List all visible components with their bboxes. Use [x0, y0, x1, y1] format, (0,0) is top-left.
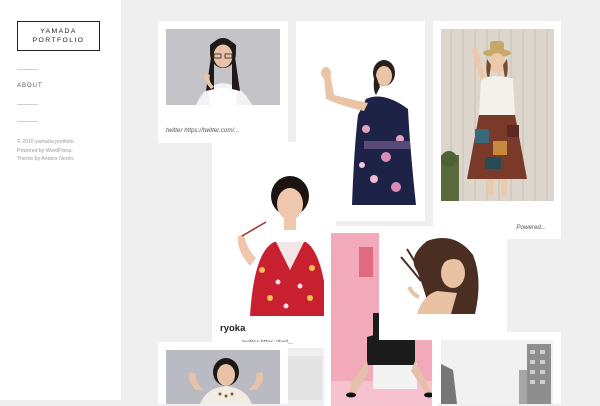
- post-card[interactable]: twitter https://twitter.com/...: [158, 21, 288, 143]
- post-image: [387, 235, 499, 314]
- site-logo-link[interactable]: YAMADA PORTFOLIO: [17, 21, 100, 51]
- post-image: [441, 29, 554, 201]
- post-thumbnail[interactable]: [441, 29, 554, 201]
- theme-credit-link[interactable]: Theme by Anders Norén.: [17, 155, 75, 164]
- post-card[interactable]: [158, 342, 288, 404]
- post-title[interactable]: ryoka: [220, 323, 245, 334]
- post-thumbnail[interactable]: [166, 350, 280, 404]
- post-thumbnail[interactable]: [166, 29, 280, 105]
- post-image: [166, 29, 280, 105]
- sidebar: YAMADA PORTFOLIO ABOUT © 2016 yamada por…: [0, 0, 121, 400]
- divider: [17, 69, 38, 70]
- copyright-text: © 2016 yamada portfolio.: [17, 139, 76, 145]
- post-thumbnail[interactable]: [387, 235, 499, 314]
- post-image: [441, 340, 553, 404]
- footer-credits: © 2016 yamada portfolio. Powered by Word…: [17, 138, 75, 164]
- post-card-placeholder: [288, 356, 322, 400]
- powered-by-link[interactable]: Powered by WordPress.: [17, 147, 75, 156]
- post-card[interactable]: ryoka twitter https://twit...: [212, 142, 336, 348]
- post-image: [166, 350, 280, 404]
- site-title: YAMADA PORTFOLIO: [33, 27, 85, 45]
- divider: [17, 121, 38, 122]
- site-title-line2: PORTFOLIO: [32, 37, 85, 44]
- post-thumbnail[interactable]: [441, 340, 553, 404]
- post-thumbnail[interactable]: [220, 150, 328, 316]
- post-card[interactable]: [433, 332, 561, 404]
- site-title-line1: YAMADA: [40, 28, 77, 35]
- post-card[interactable]: Powered...: [433, 21, 561, 239]
- nav-item-about[interactable]: ABOUT: [17, 83, 43, 89]
- post-card[interactable]: [379, 227, 507, 340]
- post-image: [220, 150, 328, 316]
- divider: [17, 104, 38, 105]
- post-caption: twitter https://twitter.com/...: [166, 127, 240, 134]
